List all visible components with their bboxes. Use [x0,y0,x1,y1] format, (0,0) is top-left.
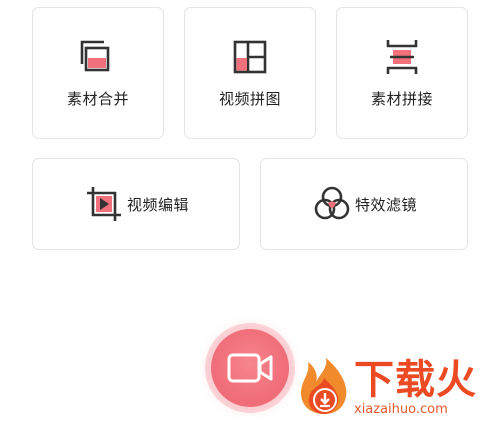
video-camera-icon [227,353,273,383]
material-merge-button[interactable]: 素材合并 [32,7,164,139]
flame-download-logo [300,358,347,414]
material-splice-button[interactable]: 素材拼接 [336,7,468,139]
effects-filter-icon [314,186,350,220]
material-merge-label: 素材合并 [66,90,129,108]
record-video-button[interactable] [211,329,289,407]
video-edit-button[interactable]: 视频编辑 [32,158,240,250]
video-edit-icon [86,187,121,221]
effects-filter-button[interactable]: 特效滤镜 [260,158,468,250]
video-collage-button[interactable]: 视频拼图 [184,7,316,139]
effects-filter-label: 特效滤镜 [354,195,417,214]
video-collage-icon [233,40,267,74]
material-splice-label: 素材拼接 [370,90,433,108]
video-edit-label: 视频编辑 [126,195,189,214]
video-collage-label: 视频拼图 [218,90,281,108]
material-splice-icon [386,40,418,74]
watermark-title: 下载火 [354,357,477,403]
watermark: 下载火 xiazaihuo.com [294,356,496,420]
watermark-domain: xiazaihuo.com [354,402,448,417]
material-merge-icon [80,40,110,72]
